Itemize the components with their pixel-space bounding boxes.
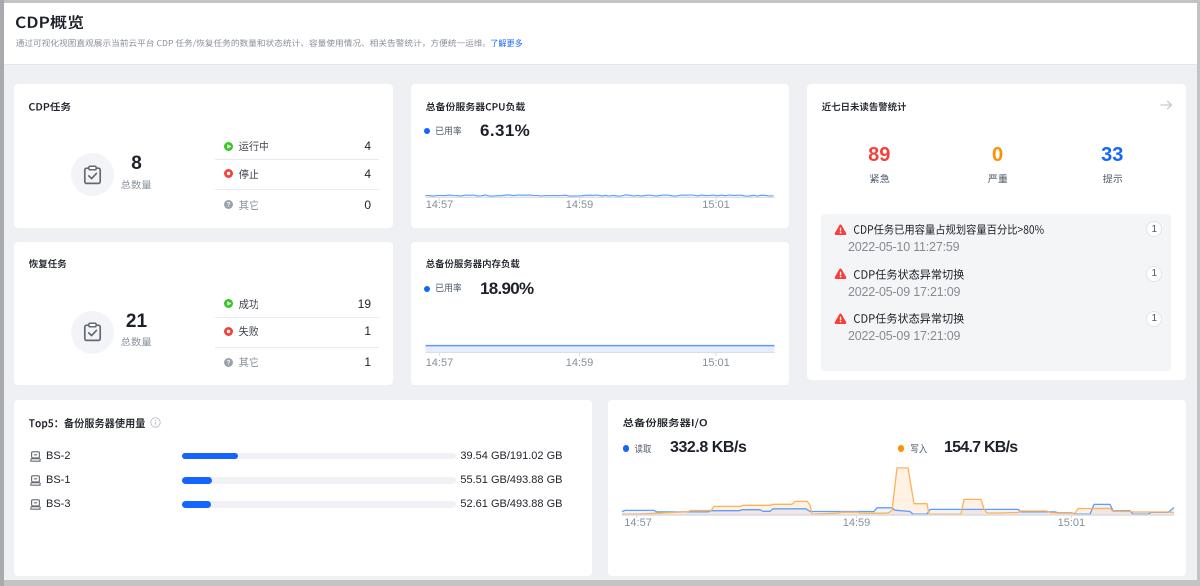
svg-text:?: ?: [227, 202, 231, 209]
svg-text:?: ?: [227, 359, 231, 366]
